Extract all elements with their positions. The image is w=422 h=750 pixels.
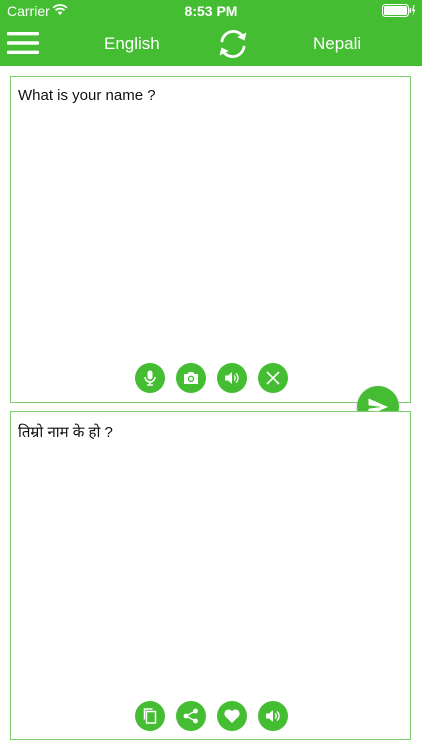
copy-button[interactable] (135, 701, 165, 731)
source-text-input[interactable]: What is your name ? (18, 87, 156, 104)
close-icon (266, 371, 280, 385)
battery-icon (382, 4, 416, 17)
target-language-button[interactable]: Nepali (313, 34, 361, 54)
hamburger-menu-icon[interactable] (6, 30, 40, 56)
camera-icon (184, 372, 198, 384)
clear-button[interactable] (258, 363, 288, 393)
swap-languages-icon[interactable] (215, 26, 251, 62)
translated-text: तिम्रो नाम के हो ? (18, 424, 113, 441)
camera-button[interactable] (176, 363, 206, 393)
nav-bar: English Nepali (0, 22, 422, 66)
speaker-icon (225, 372, 239, 384)
speaker-icon (266, 710, 280, 722)
source-speaker-button[interactable] (217, 363, 247, 393)
heart-icon (224, 709, 240, 723)
microphone-icon (144, 370, 156, 386)
source-language-button[interactable]: English (104, 34, 160, 54)
copy-icon (143, 708, 157, 724)
translated-text-panel: तिम्रो नाम के हो ? (10, 411, 411, 740)
status-time: 8:53 PM (184, 3, 238, 19)
favorite-button[interactable] (217, 701, 247, 731)
microphone-button[interactable] (135, 363, 165, 393)
share-icon (183, 708, 198, 724)
status-bar: Carrier 8:53 PM (0, 0, 422, 22)
target-speaker-button[interactable] (258, 701, 288, 731)
share-button[interactable] (176, 701, 206, 731)
source-text-panel[interactable]: What is your name ? (10, 76, 411, 403)
app-header: Carrier 8:53 PM English Nepali (0, 0, 422, 66)
